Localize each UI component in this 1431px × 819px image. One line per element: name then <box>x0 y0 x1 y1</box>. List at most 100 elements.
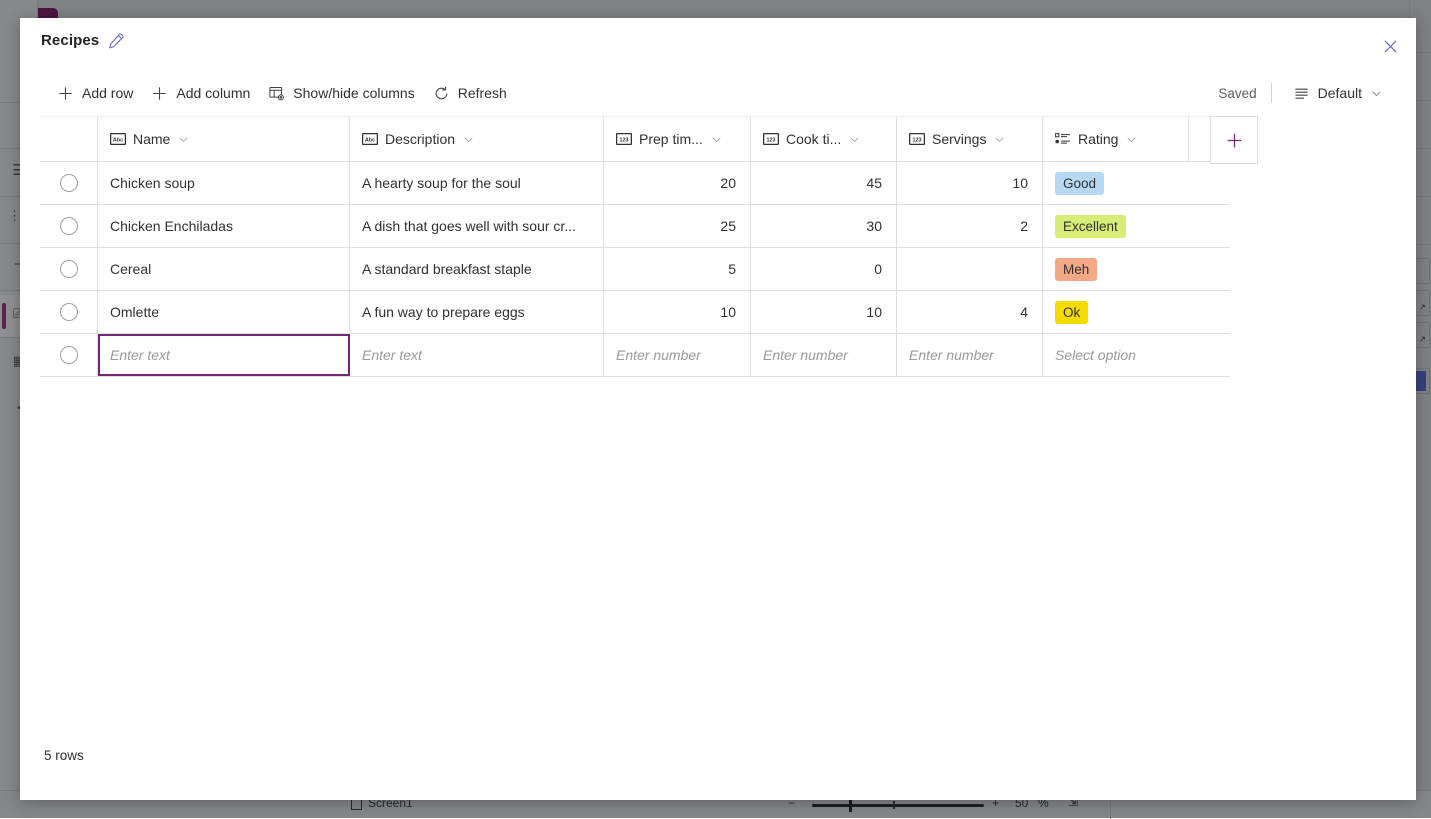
cell-servings[interactable]: 2 <box>897 205 1043 247</box>
cell-prep_time[interactable]: 5 <box>604 248 751 290</box>
plus-icon <box>57 85 74 102</box>
new-row-input-name[interactable]: Enter text <box>98 334 350 376</box>
abc-icon: Abc <box>110 133 126 145</box>
column-header-label: Rating <box>1078 131 1118 147</box>
cell-value: Cereal <box>110 261 151 277</box>
screen-checkbox-icon[interactable] <box>351 799 362 810</box>
close-icon[interactable] <box>1374 30 1406 62</box>
cell-prep_time[interactable]: 25 <box>604 205 751 247</box>
radio-icon <box>60 346 78 364</box>
cell-value: Chicken soup <box>110 175 195 191</box>
plus-icon <box>151 85 168 102</box>
radio-icon <box>60 217 78 235</box>
row-select-radio[interactable] <box>40 162 98 204</box>
cell-cook_time[interactable]: 30 <box>751 205 897 247</box>
cell-rating[interactable]: Good <box>1043 162 1189 204</box>
row-select-radio[interactable] <box>40 291 98 333</box>
refresh-label: Refresh <box>458 85 507 101</box>
cell-servings[interactable] <box>897 248 1043 290</box>
cell-name[interactable]: Chicken soup <box>98 162 350 204</box>
zoom-slider-thumb[interactable] <box>849 799 852 812</box>
add-column-button[interactable]: Add column <box>142 77 259 109</box>
background-divider <box>1416 148 1431 149</box>
new-row-input-servings[interactable]: Enter number <box>897 334 1043 376</box>
column-header-servings[interactable]: 123Servings <box>897 117 1043 161</box>
placeholder-text: Enter text <box>362 347 422 363</box>
placeholder-text: Select option <box>1055 347 1136 363</box>
column-header-cook-ti[interactable]: 123 Cook ti... <box>751 117 897 161</box>
column-header-rating[interactable]: Rating <box>1043 117 1189 161</box>
dialog-title-bar: Recipes <box>20 18 1416 70</box>
view-selector-button[interactable]: Default <box>1284 77 1392 109</box>
cell-cook_time[interactable]: 0 <box>751 248 897 290</box>
cell-rating[interactable]: Meh <box>1043 248 1189 290</box>
background-selected-swatch <box>1415 371 1426 391</box>
cell-servings[interactable]: 4 <box>897 291 1043 333</box>
cell-description[interactable]: A dish that goes well with sour cr... <box>350 205 604 247</box>
radio-icon <box>60 303 78 321</box>
cell-prep_time[interactable]: 20 <box>604 162 751 204</box>
row-select-radio[interactable] <box>40 248 98 290</box>
cell-name[interactable]: Omlette <box>98 291 350 333</box>
new-row-input-prep_time[interactable]: Enter number <box>604 334 751 376</box>
new-row-input-cook_time[interactable]: Enter number <box>751 334 897 376</box>
cell-description[interactable]: A standard breakfast staple <box>350 248 604 290</box>
table-row[interactable]: OmletteA fun way to prepare eggs10104Ok <box>40 291 1230 334</box>
refresh-button[interactable]: Refresh <box>424 77 516 109</box>
column-header-prep-tim[interactable]: 123Prep tim... <box>604 117 751 161</box>
chevron-down-icon <box>848 133 861 146</box>
radio-icon <box>60 174 78 192</box>
new-row[interactable]: Enter text Enter text Enter number Enter nu… <box>40 334 1230 377</box>
cell-cook_time[interactable]: 10 <box>751 291 897 333</box>
cell-value: 30 <box>866 218 882 234</box>
svg-text:123: 123 <box>767 138 776 144</box>
background-divider <box>1416 244 1431 245</box>
chevron-down-icon <box>177 133 190 146</box>
column-header-name[interactable]: AbcName <box>98 117 350 161</box>
table-row[interactable]: Chicken soup A hearty soup for the soul 20… <box>40 162 1230 205</box>
grid-header-row: AbcNameAbcDescription123Prep tim... 123 Co… <box>40 116 1230 162</box>
cell-value: 45 <box>866 175 882 191</box>
add-row-button[interactable]: Add row <box>48 77 142 109</box>
svg-text:Abc: Abc <box>113 138 123 144</box>
cell-description[interactable]: A hearty soup for the soul <box>350 162 604 204</box>
zoom-slider-mark <box>893 801 895 809</box>
cell-rating[interactable]: Ok <box>1043 291 1189 333</box>
column-header-label: Cook ti... <box>786 131 841 147</box>
cell-value: 25 <box>720 218 736 234</box>
placeholder-text: Enter number <box>763 347 848 363</box>
pencil-icon[interactable] <box>106 31 128 53</box>
status-badge: Excellent <box>1055 215 1126 238</box>
cell-value: Omlette <box>110 304 159 320</box>
choice-icon <box>1055 133 1071 145</box>
cell-name[interactable]: Cereal <box>98 248 350 290</box>
page-title: Recipes <box>41 32 99 49</box>
cell-rating[interactable]: Excellent <box>1043 205 1189 247</box>
new-row-input-rating[interactable]: Select option <box>1043 334 1189 376</box>
number-icon: 123 <box>763 133 779 145</box>
chevron-down-icon <box>462 133 475 146</box>
zoom-slider-track[interactable] <box>812 804 984 807</box>
table-row[interactable]: Cereal A standard breakfast staple50 Meh <box>40 248 1230 291</box>
cell-prep_time[interactable]: 10 <box>604 291 751 333</box>
cell-cook_time[interactable]: 45 <box>751 162 897 204</box>
row-select-radio[interactable] <box>40 334 98 376</box>
recipes-data-editor-dialog: Recipes Add row <box>20 18 1416 800</box>
svg-text:123: 123 <box>913 138 922 144</box>
add-column-grid-button[interactable] <box>1210 116 1258 164</box>
cell-servings[interactable]: 10 <box>897 162 1043 204</box>
cell-name[interactable]: Chicken Enchiladas <box>98 205 350 247</box>
cell-value: A hearty soup for the soul <box>362 175 521 191</box>
toolbar-divider <box>1271 83 1272 103</box>
chevron-down-icon <box>993 133 1006 146</box>
new-row-input-description[interactable]: Enter text <box>350 334 604 376</box>
table-row[interactable]: Chicken EnchiladasA dish that goes well … <box>40 205 1230 248</box>
chevron-down-icon <box>1370 87 1383 100</box>
saved-status: Saved <box>1218 86 1270 101</box>
placeholder-text: Enter number <box>909 347 994 363</box>
row-select-radio[interactable] <box>40 205 98 247</box>
show-hide-columns-button[interactable]: Show/hide columns <box>259 77 423 109</box>
cell-description[interactable]: A fun way to prepare eggs <box>350 291 604 333</box>
column-header-description[interactable]: AbcDescription <box>350 117 604 161</box>
radio-icon <box>60 260 78 278</box>
